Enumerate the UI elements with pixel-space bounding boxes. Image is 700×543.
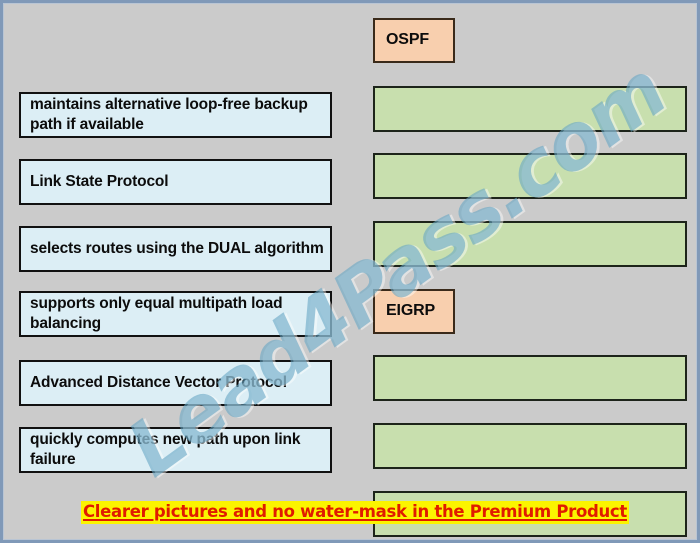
answer-drop-target[interactable] (373, 423, 687, 469)
protocol-chip-label: OSPF (386, 31, 429, 49)
statement-tile[interactable]: maintains alternative loop-free backup p… (19, 92, 332, 138)
protocol-chip-ospf[interactable]: OSPF (373, 18, 455, 63)
statement-tile[interactable]: quickly computes new path upon link fail… (19, 427, 332, 473)
statement-tile-label: Advanced Distance Vector Protocol (30, 373, 287, 391)
statement-tile[interactable]: selects routes using the DUAL algorithm (19, 226, 332, 272)
statement-tile[interactable]: supports only equal multipath load balan… (19, 291, 332, 337)
statement-tile-label: selects routes using the DUAL algorithm (30, 239, 324, 257)
protocol-chip-eigrp[interactable]: EIGRP (373, 289, 455, 334)
answer-drop-target[interactable] (373, 355, 687, 401)
answer-drop-target[interactable] (373, 153, 687, 199)
statement-tile-label: Link State Protocol (30, 172, 169, 190)
statement-tile-label: supports only equal multipath load balan… (30, 294, 283, 332)
exercise-canvas: OSPF EIGRP maintains alternative loop-fre… (0, 0, 700, 543)
statement-tile[interactable]: Link State Protocol (19, 159, 332, 205)
answer-drop-target[interactable] (373, 221, 687, 267)
premium-product-banner: Clearer pictures and no water-mask in th… (81, 501, 630, 524)
statement-tile[interactable]: Advanced Distance Vector Protocol (19, 360, 332, 406)
protocol-chip-label: EIGRP (386, 302, 436, 320)
statement-tile-label: quickly computes new path upon link fail… (30, 430, 301, 468)
statement-tile-label: maintains alternative loop-free backup p… (30, 95, 308, 133)
answer-drop-target[interactable] (373, 86, 687, 132)
